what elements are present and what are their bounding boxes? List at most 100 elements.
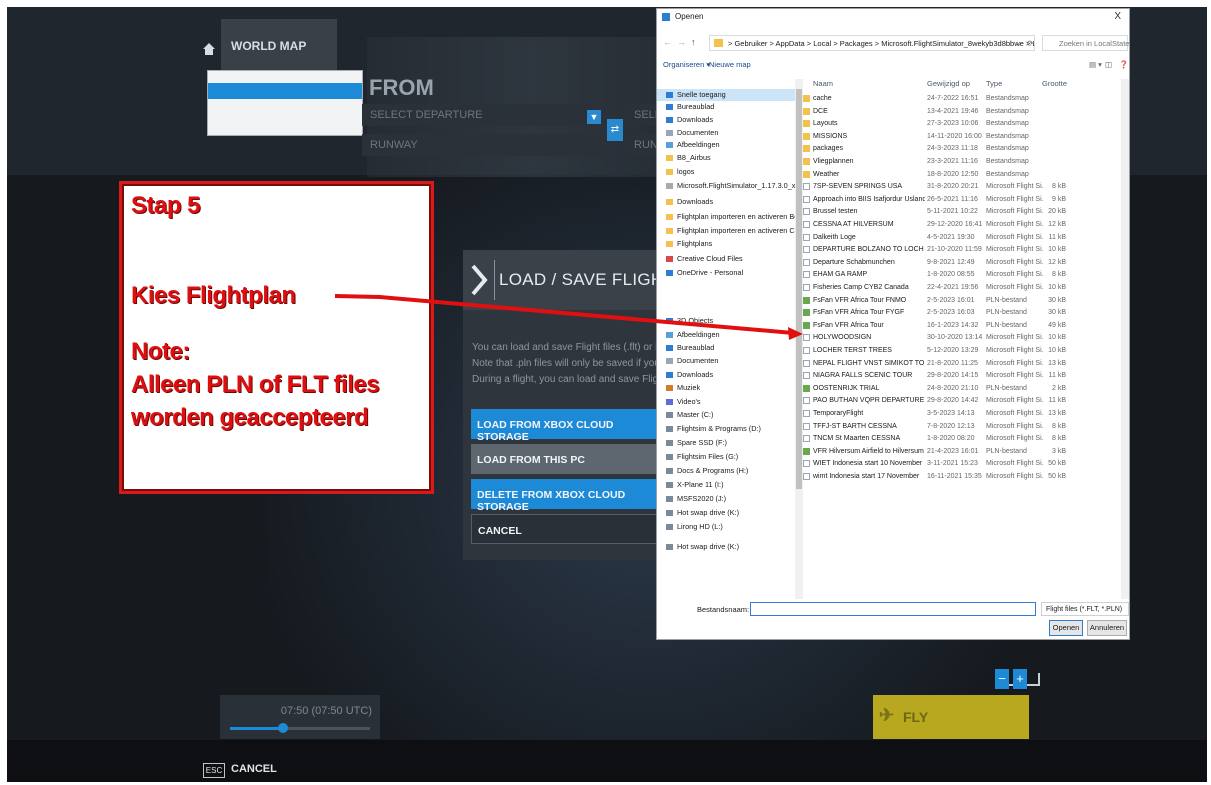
file-list[interactable]: cache 24-7-2022 16:51 Bestandsmap DCE 13-4-2… bbox=[801, 93, 1121, 563]
file-row[interactable]: PAO BUTHAN VQPR DEPARTURE 29-8-2020 14:42… bbox=[801, 395, 1121, 406]
view-options-icon[interactable]: ▤ ▾ bbox=[1089, 60, 1102, 69]
nav-item[interactable]: X-Plane 11 (I:) bbox=[657, 479, 797, 491]
file-row[interactable]: Brussel testen 5-11-2021 10:22 Microsoft F… bbox=[801, 206, 1121, 217]
file-row[interactable]: HOLYWOODSIGN 30-10-2020 13:14 Microsoft Fl… bbox=[801, 332, 1121, 343]
nav-item[interactable]: MSFS2020 (J:) bbox=[657, 493, 797, 505]
file-row[interactable]: DEPARTURE BOLZANO TO LOCH 21-10-2020 11:5… bbox=[801, 244, 1121, 255]
file-row[interactable]: TNCM St Maarten CESSNA 1-8-2020 08:20 Micr… bbox=[801, 433, 1121, 444]
new-folder-button[interactable]: Nieuwe map bbox=[709, 60, 751, 69]
file-row[interactable]: cache 24-7-2022 16:51 Bestandsmap bbox=[801, 93, 1121, 104]
file-scrollbar[interactable] bbox=[1121, 79, 1129, 599]
filetype-select[interactable]: Flight files (*.FLT, *.PLN) bbox=[1041, 602, 1129, 616]
nav-item[interactable]: Flightplans bbox=[657, 238, 797, 250]
file-row[interactable]: DCE 13-4-2021 19:46 Bestandsmap bbox=[801, 106, 1121, 117]
file-row[interactable]: TFFJ-ST BARTH CESSNA 7-8-2020 12:13 Micros… bbox=[801, 421, 1121, 432]
nav-item[interactable]: Afbeeldingen bbox=[657, 329, 797, 341]
file-row[interactable]: wimt Indonesia start 17 November 16-11-20… bbox=[801, 471, 1121, 482]
file-row[interactable]: CESSNA AT HILVERSUM 29-12-2020 16:41 Micro… bbox=[801, 219, 1121, 230]
column-type[interactable]: Type bbox=[986, 79, 1002, 88]
file-row[interactable]: Fisheries Camp CYB2 Canada 22-4-2021 19:5… bbox=[801, 282, 1121, 293]
nav-item[interactable]: Creative Cloud Files bbox=[657, 253, 797, 265]
nav-item[interactable]: Bureaublad bbox=[657, 101, 797, 113]
swap-icon[interactable]: ⇄ bbox=[607, 119, 623, 141]
file-row[interactable]: MISSIONS 14-11-2020 16:00 Bestandsmap bbox=[801, 131, 1121, 142]
open-button[interactable]: Openen bbox=[1049, 620, 1083, 636]
nav-item[interactable]: Muziek bbox=[657, 382, 797, 394]
file-row[interactable]: EHAM GA RAMP 1-8-2020 08:55 Microsoft Flig… bbox=[801, 269, 1121, 280]
column-name[interactable]: Naam bbox=[813, 79, 833, 88]
filename-input[interactable] bbox=[750, 602, 1036, 616]
tab-world-map[interactable]: WORLD MAP bbox=[221, 19, 337, 71]
file-row[interactable]: WIET Indonesia start 10 November 3-11-202… bbox=[801, 458, 1121, 469]
nav-item[interactable]: Afbeeldingen bbox=[657, 139, 797, 151]
nav-item[interactable]: 3D Objects bbox=[657, 315, 797, 327]
nav-item[interactable]: Snelle toegang bbox=[657, 89, 797, 101]
file-row[interactable]: Layouts 27-3-2023 10:06 Bestandsmap bbox=[801, 118, 1121, 129]
nav-item[interactable]: Spare SSD (F:) bbox=[657, 437, 797, 449]
file-row[interactable]: NIAGRA FALLS SCENIC TOUR 29-8-2020 14:15 M… bbox=[801, 370, 1121, 381]
dropdown-selected-item[interactable] bbox=[208, 83, 362, 99]
up-icon[interactable]: ↑ bbox=[691, 37, 696, 47]
nav-item[interactable]: Master (C:) bbox=[657, 409, 797, 421]
close-icon[interactable]: X bbox=[1114, 11, 1121, 22]
load-this-pc-button[interactable]: LOAD FROM THIS PC bbox=[471, 444, 668, 474]
nav-item[interactable]: Documenten bbox=[657, 127, 797, 139]
chevron-down-icon[interactable]: ▼ bbox=[587, 110, 601, 124]
departure-select[interactable]: SELECT DEPARTURE bbox=[362, 104, 592, 126]
nav-item[interactable]: Flightplan importeren en activeren Cessn… bbox=[657, 225, 797, 237]
file-row[interactable]: Weather 18-8-2020 12:50 Bestandsmap bbox=[801, 169, 1121, 180]
load-xbox-cloud-button[interactable]: LOAD FROM XBOX CLOUD STORAGE bbox=[471, 409, 668, 443]
search-input[interactable]: Zoeken in LocalState bbox=[1042, 35, 1129, 51]
file-row[interactable]: packages 24-3-2023 11:18 Bestandsmap bbox=[801, 143, 1121, 154]
nav-item[interactable]: Flightsim Files (G:) bbox=[657, 451, 797, 463]
chevron-down-icon[interactable]: ⌄ bbox=[1015, 39, 1022, 48]
nav-item[interactable]: logos bbox=[657, 166, 797, 178]
column-size[interactable]: Grootte bbox=[1042, 79, 1067, 88]
zoom-in-button[interactable]: + bbox=[1013, 669, 1027, 689]
organize-menu[interactable]: Organiseren ▾ bbox=[663, 60, 710, 69]
nav-item[interactable]: Downloads bbox=[657, 114, 797, 126]
delete-xbox-cloud-button[interactable]: DELETE FROM XBOX CLOUD STORAGE bbox=[471, 479, 668, 513]
file-row[interactable]: NEPAL FLIGHT VNST SIMIKOT TO VNLK L...21… bbox=[801, 358, 1121, 369]
file-row[interactable]: VFR Hilversum Airfield to Hilversum Airf… bbox=[801, 446, 1121, 457]
help-icon[interactable]: ❓ bbox=[1119, 60, 1128, 69]
zoom-out-button[interactable]: − bbox=[995, 669, 1009, 689]
file-row[interactable]: Departure Schabmunchen 9-8-2021 12:49 Micr… bbox=[801, 257, 1121, 268]
file-row[interactable]: FsFan VFR Africa Tour FNMO 2-5-2023 16:01… bbox=[801, 295, 1121, 306]
nav-item[interactable]: Hot swap drive (K:) bbox=[657, 541, 797, 553]
nav-item[interactable]: Downloads bbox=[657, 196, 797, 208]
load-panel-cancel-button[interactable]: CANCEL bbox=[471, 514, 668, 544]
file-row[interactable]: Dalkeith Loge 4-5-2021 19:30 Microsoft Fli… bbox=[801, 232, 1121, 243]
file-row[interactable]: 7SP-SEVEN SPRINGS USA 31-8-2020 20:21 Micr… bbox=[801, 181, 1121, 192]
file-row[interactable]: TemporaryFlight 3-5-2023 14:13 Microsoft F… bbox=[801, 408, 1121, 419]
back-icon[interactable]: ← bbox=[663, 37, 672, 47]
nav-item[interactable]: Downloads bbox=[657, 369, 797, 381]
nav-item[interactable]: OneDrive - Personal bbox=[657, 267, 797, 279]
refresh-icon[interactable]: ⟳ bbox=[1027, 39, 1034, 48]
address-bar[interactable]: > Gebruiker > AppData > Local > Packages… bbox=[709, 35, 1035, 51]
navigation-pane[interactable]: Snelle toegang Bureaublad Downloads Documen… bbox=[657, 79, 797, 609]
nav-item[interactable]: Docs & Programs (H:) bbox=[657, 465, 797, 477]
file-row[interactable]: Approach into BIIS Isafjordur Usland 26-5… bbox=[801, 194, 1121, 205]
nav-item[interactable]: Documenten bbox=[657, 355, 797, 367]
file-row[interactable]: Vliegplannen 23-3-2021 11:16 Bestandsmap bbox=[801, 156, 1121, 167]
column-date[interactable]: Gewijzigd op bbox=[927, 79, 970, 88]
fly-button[interactable]: ✈ FLY bbox=[873, 695, 1029, 739]
file-row[interactable]: FsFan VFR Africa Tour 16-1-2023 14:32 PLN-… bbox=[801, 320, 1121, 331]
nav-item[interactable]: Video's bbox=[657, 396, 797, 408]
nav-item[interactable]: Microsoft.FlightSimulator_1.17.3.0_x64__… bbox=[657, 180, 797, 192]
runway-left-select[interactable]: RUNWAY bbox=[362, 134, 602, 156]
cancel-button[interactable]: Annuleren bbox=[1087, 620, 1127, 636]
file-row[interactable]: LOCHER TERST TREES 5-12-2020 13:29 Microso… bbox=[801, 345, 1121, 356]
nav-item[interactable]: Bureaublad bbox=[657, 342, 797, 354]
preview-pane-icon[interactable]: ◫ bbox=[1105, 60, 1112, 69]
nav-item[interactable]: Lirong HD (L:) bbox=[657, 521, 797, 533]
time-slider[interactable] bbox=[230, 723, 370, 733]
time-slider-handle[interactable] bbox=[278, 723, 289, 733]
file-row[interactable]: FsFan VFR Africa Tour FYGF 2-5-2023 16:03… bbox=[801, 307, 1121, 318]
dropdown-list[interactable] bbox=[207, 70, 363, 136]
cancel-link[interactable]: CANCEL bbox=[231, 763, 277, 775]
home-icon[interactable] bbox=[197, 37, 221, 61]
nav-item[interactable]: B8_Airbus bbox=[657, 152, 797, 164]
nav-item[interactable]: Flightsim & Programs (D:) bbox=[657, 423, 797, 435]
